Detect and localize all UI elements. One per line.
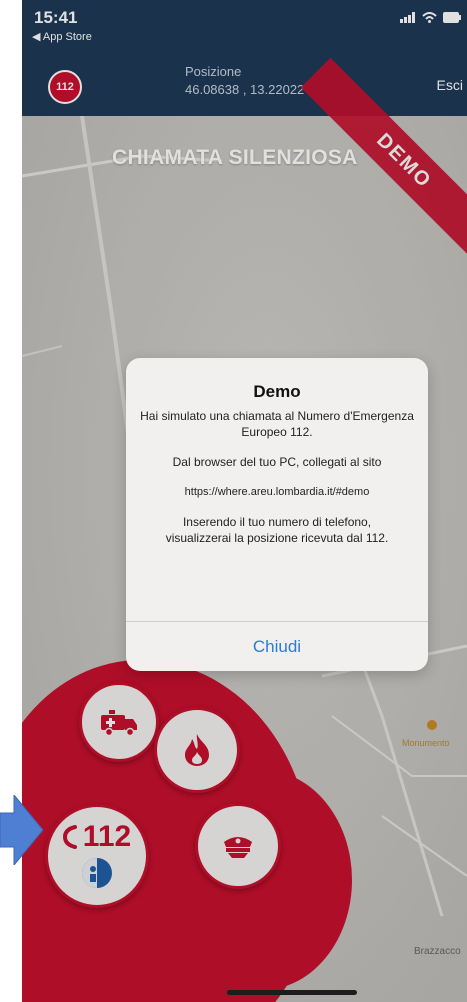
- dialog-line-4: Inserendo il tuo numero di telefono, vis…: [165, 515, 389, 545]
- phone-screen: Monumento Brazzacco 15:41 ◀ App Store 11…: [22, 0, 467, 1002]
- arrow-indicator-icon: [0, 795, 44, 865]
- demo-dialog: Demo Hai simulato una chiamata al Numero…: [126, 358, 428, 671]
- dialog-line-1: Hai simulato una chiamata al Numero d'Em…: [140, 409, 414, 439]
- dialog-line-2: Dal browser del tuo PC, collegati al sit…: [172, 455, 382, 469]
- dialog-title: Demo: [253, 382, 301, 401]
- close-button[interactable]: Chiudi: [126, 622, 428, 671]
- dialog-url: https://where.areu.lombardia.it/#demo: [184, 486, 370, 498]
